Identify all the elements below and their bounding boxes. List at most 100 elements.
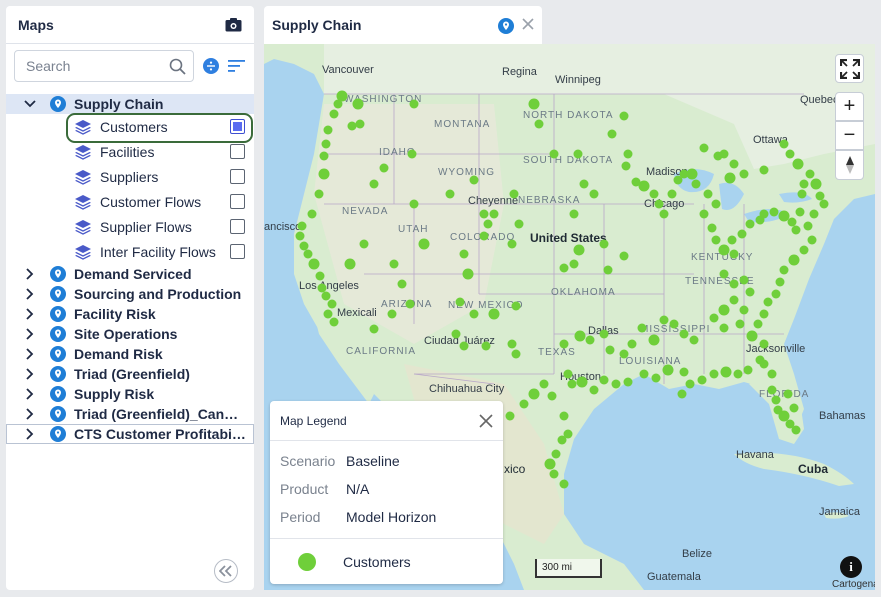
chevron-right-icon[interactable] (24, 308, 36, 320)
layer-item-supplier-flows[interactable]: Supplier Flows (6, 214, 254, 239)
customer-point[interactable] (387, 309, 397, 319)
customer-point[interactable] (727, 235, 737, 245)
customer-point[interactable] (347, 121, 357, 131)
customer-point[interactable] (709, 369, 719, 379)
customer-point[interactable] (703, 189, 713, 199)
customer-point[interactable] (479, 231, 489, 241)
customer-point[interactable] (559, 263, 569, 273)
customer-point[interactable] (669, 319, 679, 329)
customer-point[interactable] (810, 178, 822, 190)
customer-point[interactable] (549, 469, 559, 479)
customer-point[interactable] (307, 209, 317, 219)
customer-point[interactable] (785, 149, 795, 159)
customer-point[interactable] (659, 209, 669, 219)
customer-point[interactable] (778, 210, 790, 222)
filter-circle-icon[interactable] (203, 58, 219, 74)
customer-point[interactable] (638, 180, 650, 192)
customer-point[interactable] (451, 329, 461, 339)
customer-point[interactable] (573, 244, 585, 256)
customer-point[interactable] (469, 175, 479, 185)
customer-point[interactable] (511, 301, 521, 311)
chevron-right-icon[interactable] (24, 268, 36, 280)
customer-point[interactable] (745, 287, 755, 297)
customer-point[interactable] (329, 317, 339, 327)
customer-point[interactable] (321, 139, 331, 149)
layer-checkbox-facilities[interactable] (230, 144, 245, 159)
customer-point[interactable] (719, 323, 729, 333)
chevron-right-icon[interactable] (24, 328, 36, 340)
customer-point[interactable] (549, 149, 559, 159)
chevron-right-icon[interactable] (24, 368, 36, 380)
layer-checkbox-suppliers[interactable] (230, 169, 245, 184)
customer-point[interactable] (743, 365, 753, 375)
chevron-down-icon[interactable] (24, 100, 36, 108)
customer-point[interactable] (677, 389, 687, 399)
customer-point[interactable] (639, 369, 649, 379)
customer-point[interactable] (507, 239, 517, 249)
customer-point[interactable] (557, 435, 567, 445)
customer-point[interactable] (514, 219, 524, 229)
customer-point[interactable] (405, 299, 415, 309)
zoom-out-button[interactable]: − (835, 121, 864, 150)
customer-point[interactable] (713, 151, 723, 161)
customer-point[interactable] (369, 179, 379, 189)
customer-point[interactable] (519, 399, 529, 409)
customer-point[interactable] (567, 379, 577, 389)
layer-checkbox-supplier-flows[interactable] (230, 219, 245, 234)
chevron-right-icon[interactable] (24, 388, 36, 400)
customer-point[interactable] (599, 239, 609, 249)
customer-point[interactable] (788, 254, 800, 266)
customer-point[interactable] (507, 339, 517, 349)
customer-point[interactable] (767, 369, 777, 379)
layer-item-customer-flows[interactable]: Customer Flows (6, 189, 254, 214)
customer-point[interactable] (297, 221, 307, 231)
chevron-right-icon[interactable] (24, 428, 36, 440)
map-canvas[interactable]: Vancouver Regina Winnipeg Quebec Ottawa … (264, 44, 875, 590)
customer-point[interactable] (319, 151, 329, 161)
customer-point[interactable] (689, 335, 699, 345)
chevron-right-icon[interactable] (24, 348, 36, 360)
customer-point[interactable] (707, 223, 717, 233)
customer-point[interactable] (709, 313, 719, 323)
customer-point[interactable] (489, 209, 499, 219)
customer-point[interactable] (569, 209, 579, 219)
customer-point[interactable] (418, 238, 430, 250)
customer-point[interactable] (759, 339, 769, 349)
customer-point[interactable] (605, 345, 615, 355)
customer-point[interactable] (649, 189, 659, 199)
zoom-in-button[interactable]: + (835, 92, 864, 121)
customer-point[interactable] (662, 364, 674, 376)
map-tab[interactable]: Supply Chain (264, 6, 542, 44)
customer-point[interactable] (807, 235, 817, 245)
customer-point[interactable] (599, 375, 609, 385)
search-box[interactable] (14, 50, 194, 82)
customer-point[interactable] (528, 388, 540, 400)
customer-point[interactable] (729, 159, 739, 169)
customer-point[interactable] (667, 189, 677, 199)
customer-point[interactable] (462, 268, 474, 280)
customer-point[interactable] (559, 339, 569, 349)
customer-point[interactable] (803, 221, 813, 231)
customer-point[interactable] (407, 149, 417, 159)
customer-point[interactable] (327, 299, 337, 309)
customer-point[interactable] (359, 239, 369, 249)
customer-point[interactable] (619, 251, 629, 261)
customer-point[interactable] (355, 119, 365, 129)
layer-checkbox-customers[interactable] (230, 119, 245, 134)
customer-point[interactable] (559, 479, 569, 489)
customer-point[interactable] (637, 323, 647, 333)
customer-point[interactable] (318, 168, 330, 180)
customer-point[interactable] (344, 258, 356, 270)
customer-point[interactable] (685, 379, 695, 389)
customer-point[interactable] (767, 385, 777, 395)
customer-point[interactable] (791, 425, 801, 435)
customer-point[interactable] (739, 169, 749, 179)
customer-point[interactable] (799, 179, 809, 189)
customer-point[interactable] (409, 199, 419, 209)
customer-point[interactable] (607, 129, 617, 139)
customer-point[interactable] (799, 245, 809, 255)
add-map-icon[interactable] (224, 17, 242, 33)
customer-point[interactable] (574, 330, 586, 342)
customer-point[interactable] (737, 229, 747, 239)
customer-point[interactable] (611, 379, 621, 389)
